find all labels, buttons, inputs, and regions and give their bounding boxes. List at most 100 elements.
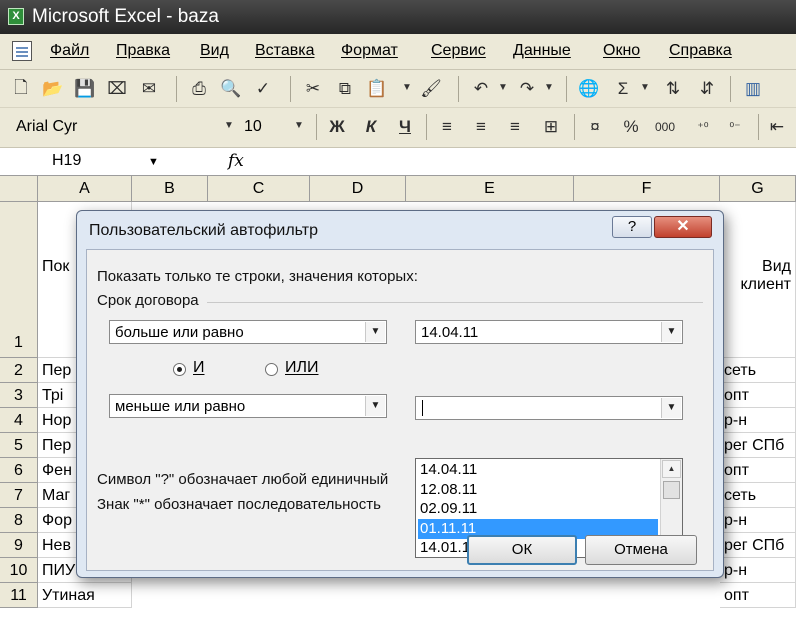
redo-icon[interactable]: ↷ bbox=[514, 77, 540, 101]
menu-help[interactable]: Справка bbox=[669, 42, 732, 60]
redo-dropdown-icon[interactable]: ▼ bbox=[544, 82, 554, 93]
print-preview-icon[interactable]: 🔍 bbox=[218, 77, 244, 101]
font-name-dropdown-icon[interactable]: ▼ bbox=[224, 120, 234, 131]
and-radio[interactable] bbox=[173, 363, 186, 376]
cell-g[interactable]: сеть bbox=[720, 483, 796, 508]
name-box[interactable]: H19 bbox=[52, 152, 81, 170]
row-header[interactable]: 4 bbox=[0, 408, 38, 433]
cell-g[interactable]: опт bbox=[720, 458, 796, 483]
autosum-dropdown-icon[interactable]: ▼ bbox=[640, 82, 650, 93]
row-header[interactable]: 2 bbox=[0, 358, 38, 383]
cell-g[interactable]: рег СПб bbox=[720, 533, 796, 558]
email-icon[interactable]: ✉ bbox=[136, 77, 162, 101]
format-painter-icon[interactable]: 🖌 bbox=[418, 77, 444, 101]
help-button[interactable]: ? bbox=[612, 216, 652, 238]
cell-g1[interactable]: Вид клиент bbox=[720, 202, 796, 358]
workbook-icon[interactable] bbox=[12, 41, 32, 61]
cell-g[interactable]: р-н bbox=[720, 558, 796, 583]
row-header[interactable]: 7 bbox=[0, 483, 38, 508]
permission-icon[interactable]: ⌧ bbox=[104, 77, 130, 101]
menu-data[interactable]: Данные bbox=[513, 42, 571, 60]
column-header-g[interactable]: G bbox=[720, 176, 796, 202]
align-left-icon[interactable]: ≡ bbox=[434, 115, 460, 139]
new-icon[interactable]: 🗋 bbox=[8, 77, 34, 101]
autosum-icon[interactable]: Σ bbox=[610, 77, 636, 101]
cell-g[interactable]: р-н bbox=[720, 408, 796, 433]
open-icon[interactable]: 📂 bbox=[40, 77, 66, 101]
name-box-dropdown-icon[interactable]: ▼ bbox=[148, 156, 159, 168]
cell-g[interactable]: сеть bbox=[720, 358, 796, 383]
align-right-icon[interactable]: ≡ bbox=[502, 115, 528, 139]
column-header-c[interactable]: C bbox=[208, 176, 310, 202]
column-header-b[interactable]: B bbox=[132, 176, 208, 202]
row-header[interactable]: 5 bbox=[0, 433, 38, 458]
percent-button[interactable]: % bbox=[618, 115, 644, 139]
spelling-icon[interactable]: ✓ bbox=[250, 77, 276, 101]
menu-file[interactable]: Файл bbox=[50, 42, 89, 60]
cell-g[interactable]: опт bbox=[720, 583, 796, 608]
menu-edit[interactable]: Правка bbox=[116, 42, 170, 60]
menu-view[interactable]: Вид bbox=[200, 42, 229, 60]
or-radio[interactable] bbox=[265, 363, 278, 376]
operator2-select[interactable]: меньше или равно ▼ bbox=[109, 394, 387, 418]
and-radio-label[interactable]: И bbox=[193, 359, 205, 377]
row-header[interactable]: 9 bbox=[0, 533, 38, 558]
underline-button[interactable]: Ч bbox=[392, 115, 418, 139]
row-header[interactable]: 3 bbox=[0, 383, 38, 408]
value1-combobox[interactable]: 14.04.11 ▼ bbox=[415, 320, 683, 344]
menu-insert[interactable]: Вставка bbox=[255, 42, 314, 60]
chevron-down-icon[interactable]: ▼ bbox=[365, 396, 385, 416]
undo-icon[interactable]: ↶ bbox=[468, 77, 494, 101]
row-header[interactable]: 10 bbox=[0, 558, 38, 583]
italic-button[interactable]: К bbox=[358, 115, 384, 139]
row-header[interactable]: 1 bbox=[0, 202, 38, 358]
chart-wizard-icon[interactable]: ▥ bbox=[740, 77, 766, 101]
sort-descending-icon[interactable]: ⇵ bbox=[694, 77, 720, 101]
column-header-a[interactable]: A bbox=[38, 176, 132, 202]
menu-window[interactable]: Окно bbox=[603, 42, 640, 60]
align-center-icon[interactable]: ≡ bbox=[468, 115, 494, 139]
copy-icon[interactable]: ⧉ bbox=[332, 77, 358, 101]
column-header-d[interactable]: D bbox=[310, 176, 406, 202]
merge-center-icon[interactable]: ⊞ bbox=[538, 115, 564, 139]
row-header[interactable]: 8 bbox=[0, 508, 38, 533]
row-header[interactable]: 6 bbox=[0, 458, 38, 483]
sort-ascending-icon[interactable]: ⇅ bbox=[660, 77, 686, 101]
font-name-select[interactable]: Arial Cyr bbox=[16, 118, 77, 136]
chevron-down-icon[interactable]: ▼ bbox=[661, 322, 681, 342]
paste-icon[interactable]: 📋 bbox=[364, 77, 390, 101]
currency-icon[interactable]: ¤ bbox=[582, 115, 608, 139]
undo-dropdown-icon[interactable]: ▼ bbox=[498, 82, 508, 93]
print-icon[interactable]: ⎙ bbox=[186, 77, 212, 101]
font-size-select[interactable]: 10 bbox=[244, 118, 262, 136]
dropdown-option[interactable]: 14.04.11 bbox=[418, 460, 658, 480]
cell-g[interactable]: опт bbox=[720, 383, 796, 408]
ok-button[interactable]: ОК bbox=[467, 535, 577, 565]
menu-format[interactable]: Формат bbox=[341, 42, 398, 60]
column-header-e[interactable]: E bbox=[406, 176, 574, 202]
excel-app-icon[interactable]: X bbox=[8, 8, 24, 25]
column-header-f[interactable]: F bbox=[574, 176, 720, 202]
decrease-indent-icon[interactable]: ⇤ bbox=[764, 115, 790, 139]
font-size-dropdown-icon[interactable]: ▼ bbox=[294, 120, 304, 131]
bold-button[interactable]: Ж bbox=[324, 115, 350, 139]
value2-combobox[interactable]: ▼ bbox=[415, 396, 683, 420]
scroll-up-icon[interactable]: ▲ bbox=[662, 460, 681, 478]
dropdown-option[interactable]: 02.09.11 bbox=[418, 499, 658, 519]
or-radio-label[interactable]: ИЛИ bbox=[285, 359, 319, 377]
close-button[interactable]: ✕ bbox=[654, 216, 712, 238]
hyperlink-icon[interactable]: 🌐 bbox=[576, 77, 602, 101]
thousands-button[interactable]: 000 bbox=[652, 115, 678, 139]
paste-dropdown-icon[interactable]: ▼ bbox=[402, 82, 412, 93]
cell-g[interactable]: р-н bbox=[720, 508, 796, 533]
insert-function-icon[interactable]: fx bbox=[228, 151, 244, 171]
save-icon[interactable]: 💾 bbox=[72, 77, 98, 101]
cell-a[interactable]: Утиная bbox=[38, 583, 132, 608]
select-all-corner[interactable] bbox=[0, 176, 38, 202]
cancel-button[interactable]: Отмена bbox=[585, 535, 697, 565]
chevron-down-icon[interactable]: ▼ bbox=[365, 322, 385, 342]
chevron-down-icon[interactable]: ▼ bbox=[661, 398, 681, 418]
cell-g[interactable]: рег СПб bbox=[720, 433, 796, 458]
cut-icon[interactable]: ✂ bbox=[300, 77, 326, 101]
increase-decimal-icon[interactable]: ⁺⁰ bbox=[690, 115, 716, 139]
